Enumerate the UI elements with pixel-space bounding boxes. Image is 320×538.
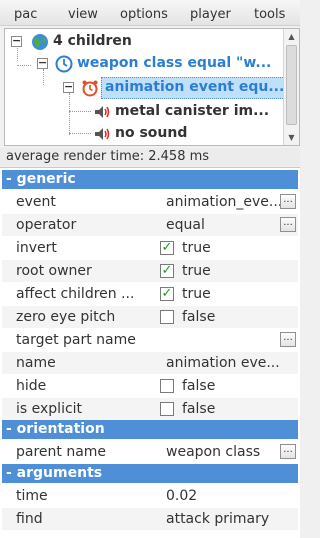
scroll-up-icon[interactable]: ▲	[284, 29, 299, 44]
speaker-icon	[93, 125, 111, 143]
collapse-icon[interactable]: −	[63, 81, 74, 93]
root-owner-checkbox[interactable]: ✓	[160, 264, 174, 278]
prop-value: false	[182, 378, 216, 394]
is-explicit-checkbox[interactable]	[160, 402, 174, 416]
alarm-clock-icon	[81, 79, 99, 97]
tree-item-root[interactable]: − 4 children	[9, 31, 279, 53]
menu-view[interactable]: view	[68, 5, 98, 22]
tree-item-weapon-class[interactable]: − weapon class equal "w...	[35, 53, 281, 75]
ellipsis-button[interactable]: ...	[280, 217, 296, 232]
tree-item-animation-event[interactable]: − animation event equ...	[61, 77, 285, 99]
prop-name: is explicit	[16, 401, 83, 417]
affect-children-checkbox[interactable]: ✓	[160, 287, 174, 301]
tree-item-label: no sound	[115, 125, 188, 141]
menu-options[interactable]: options	[120, 5, 168, 22]
prop-value[interactable]: equal	[166, 214, 280, 236]
globe-icon	[31, 33, 49, 51]
menu-tools[interactable]: tools	[254, 5, 285, 22]
prop-row-parent-name[interactable]: parent name weapon class ...	[2, 441, 298, 463]
prop-value[interactable]: animation_eve...	[166, 191, 280, 213]
collapse-icon[interactable]: −	[37, 57, 48, 69]
prop-name: target part name	[16, 332, 136, 348]
ellipsis-button[interactable]: ...	[280, 444, 296, 459]
property-grid: - generic event animation_eve... ... ope…	[0, 167, 300, 538]
prop-row-event[interactable]: event animation_eve... ...	[2, 191, 298, 213]
prop-row-time[interactable]: time 0.02	[2, 485, 298, 507]
tree-scrollbar[interactable]: ▲ ▼	[283, 29, 299, 145]
prop-value: true	[182, 240, 211, 256]
tree-connector	[69, 111, 91, 112]
prop-row-invert[interactable]: invert ✓ true	[2, 237, 298, 259]
prop-row-zero-eye-pitch[interactable]: zero eye pitch false	[2, 306, 298, 328]
zero-eye-pitch-checkbox[interactable]	[160, 310, 174, 324]
prop-value: true	[182, 286, 211, 302]
section-orientation[interactable]: - orientation	[2, 420, 298, 439]
ellipsis-button[interactable]: ...	[280, 194, 296, 209]
prop-value[interactable]: weapon class	[166, 441, 280, 463]
speaker-icon	[93, 103, 111, 121]
tree-item-label: 4 children	[53, 33, 132, 49]
prop-name: hide	[16, 378, 47, 394]
prop-name: time	[16, 488, 48, 504]
prop-name: root owner	[16, 263, 92, 279]
tree-item-label: weapon class equal "w...	[77, 55, 272, 71]
prop-name: name	[16, 355, 56, 371]
prop-name: event	[16, 194, 56, 210]
prop-row-root-owner[interactable]: root owner ✓ true	[2, 260, 298, 282]
ellipsis-button[interactable]: ...	[280, 332, 296, 347]
tree-item-label: animation event equ...	[105, 79, 285, 95]
prop-name: operator	[16, 217, 77, 233]
tree-item-label: metal canister im...	[115, 103, 270, 119]
scroll-thumb[interactable]	[286, 45, 297, 125]
invert-checkbox[interactable]: ✓	[160, 241, 174, 255]
scroll-down-icon[interactable]: ▼	[284, 130, 299, 145]
part-tree[interactable]: − 4 children − weapon class equal "w... …	[4, 28, 300, 146]
prop-value: true	[182, 263, 211, 279]
collapse-icon[interactable]: −	[11, 35, 22, 47]
prop-value: false	[182, 401, 216, 417]
render-time-status: average render time: 2.458 ms	[0, 148, 300, 166]
menu-player[interactable]: player	[190, 5, 231, 22]
hide-checkbox[interactable]	[160, 379, 174, 393]
prop-name: zero eye pitch	[16, 309, 116, 325]
prop-name: affect children ...	[16, 286, 135, 302]
tree-connector	[17, 65, 31, 66]
menu-pac[interactable]: pac	[14, 5, 37, 22]
prop-value[interactable]: attack primary	[166, 508, 296, 530]
prop-row-hide[interactable]: hide false	[2, 375, 298, 397]
prop-name: parent name	[16, 444, 107, 460]
clock-icon	[55, 55, 73, 73]
prop-name: find	[16, 511, 43, 527]
prop-row-name[interactable]: name animation eve...	[2, 352, 298, 374]
prop-value[interactable]: animation eve...	[166, 352, 296, 374]
prop-value[interactable]: 0.02	[166, 485, 280, 507]
prop-name: invert	[16, 240, 57, 256]
prop-row-target-part-name[interactable]: target part name ...	[2, 329, 298, 351]
prop-row-find[interactable]: find attack primary	[2, 508, 298, 530]
tree-item-metal-canister[interactable]: metal canister im...	[93, 101, 283, 123]
prop-value: false	[182, 309, 216, 325]
tree-item-no-sound[interactable]: no sound	[93, 123, 283, 145]
tree-connector	[69, 93, 70, 135]
prop-row-is-explicit[interactable]: is explicit false	[2, 398, 298, 420]
prop-row-operator[interactable]: operator equal ...	[2, 214, 298, 236]
section-generic[interactable]: - generic	[2, 170, 298, 189]
section-arguments[interactable]: - arguments	[2, 464, 298, 483]
prop-row-affect-children[interactable]: affect children ... ✓ true	[2, 283, 298, 305]
menu-bar: pac view options player tools	[0, 0, 300, 26]
tree-connector	[69, 133, 91, 134]
